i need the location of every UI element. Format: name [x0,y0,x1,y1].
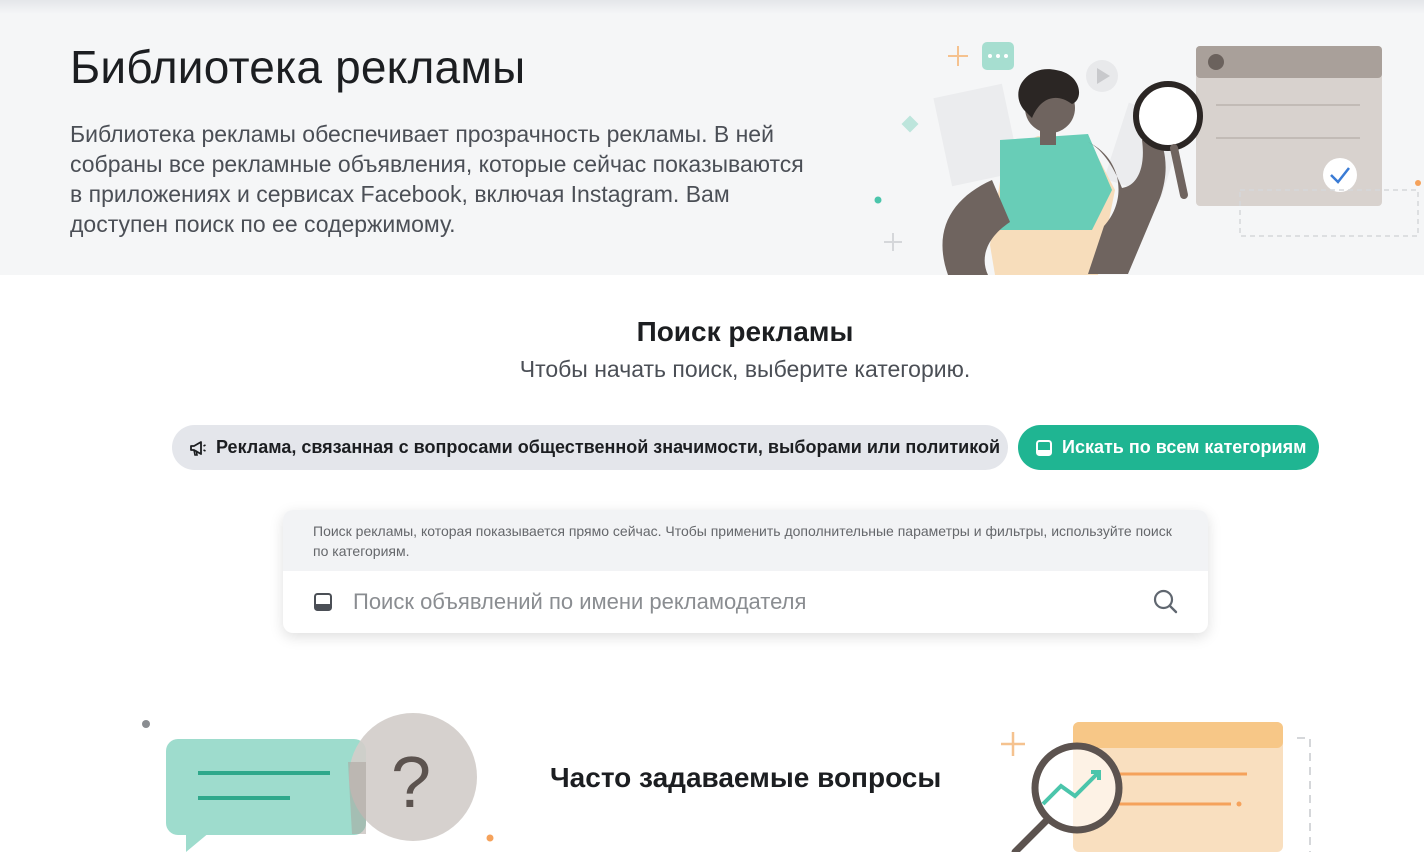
dot-decoration [142,720,150,728]
plus-decoration-icon [948,46,968,66]
search-field[interactable] [283,571,1208,633]
top-shadow [0,0,1424,14]
search-icon[interactable] [1151,587,1181,617]
faq-illustration-right [1001,722,1311,852]
hero-banner: Библиотека рекламы Библиотека рекламы об… [0,0,1424,275]
plus-decoration-icon [1001,732,1025,756]
speech-bubble-icon [166,739,366,852]
svg-text:?: ? [391,743,431,823]
search-section-title: Поиск рекламы [636,316,854,347]
ad-box-icon [314,593,332,611]
search-hint: Поиск рекламы, которая показывается прям… [283,510,1208,571]
diamond-decoration [901,115,919,133]
ad-box-icon [1034,438,1054,458]
megaphone-icon [188,438,208,458]
hero-illustration [874,42,1421,275]
category-all-label: Искать по всем категориям [1062,437,1307,457]
category-all-button[interactable]: Искать по всем категориям [1018,425,1319,470]
faq-illustration-left: ? [142,713,494,852]
browser-window-icon [1196,46,1419,237]
search-card: Поиск рекламы, которая показывается прям… [283,510,1208,633]
dot-decoration [486,834,494,842]
advertiser-search-input[interactable] [353,583,1133,621]
category-issues-button[interactable]: Реклама, связанная с вопросами обществен… [172,425,1008,470]
play-icon [1086,60,1118,92]
category-issues-label: Реклама, связанная с вопросами обществен… [216,437,1001,457]
dot-decoration [874,196,882,204]
paper-shape [1073,722,1283,748]
question-icon: ? [348,713,477,841]
search-section-subtitle: Чтобы начать поиск, выберите категорию. [519,356,971,382]
plus-decoration-icon [884,233,902,251]
chat-bubble-icon [982,42,1014,70]
faq-title[interactable]: Часто задаваемые вопросы [550,762,941,794]
page-title: Библиотека рекламы [70,41,526,93]
page-description: Библиотека рекламы обеспечивает прозрачн… [70,121,804,237]
dot-decoration [1415,180,1421,186]
